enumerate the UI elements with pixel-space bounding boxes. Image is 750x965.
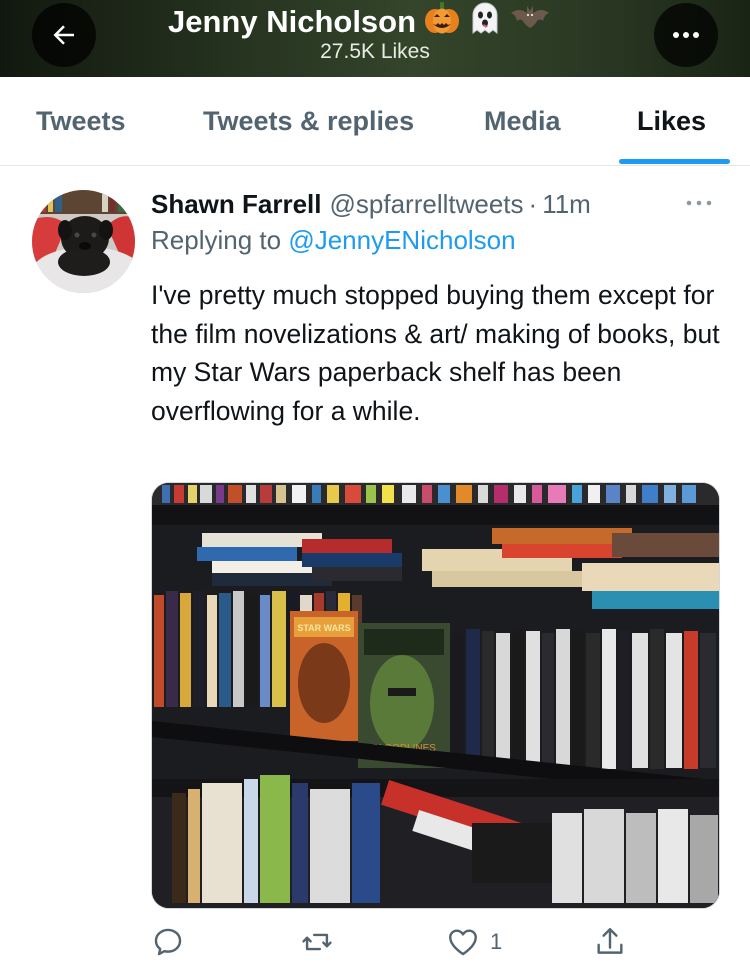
- active-tab-indicator: [619, 159, 730, 164]
- ghost-icon: [468, 1, 502, 43]
- replying-prefix: Replying to: [151, 225, 282, 255]
- profile-title: Jenny Nicholson: [168, 2, 608, 42]
- avatar[interactable]: [32, 190, 135, 293]
- more-horizontal-icon: [686, 200, 712, 206]
- likes-count: 27.5K Likes: [320, 40, 430, 63]
- svg-text:STAR WARS: STAR WARS: [297, 623, 350, 633]
- reply-icon: [154, 928, 182, 956]
- separator-dot: ·: [528, 188, 538, 219]
- retweet-icon: [302, 933, 332, 951]
- profile-tabs: Tweets Tweets & replies Media Likes: [0, 77, 750, 166]
- reply-button[interactable]: [151, 922, 195, 962]
- tweet-time[interactable]: 11m: [542, 189, 591, 220]
- tweet-more-button[interactable]: [683, 191, 715, 215]
- profile-name: Jenny Nicholson: [168, 4, 417, 39]
- author-name[interactable]: Shawn Farrell: [151, 189, 322, 220]
- like-button[interactable]: 1: [446, 922, 502, 962]
- retweet-button[interactable]: [300, 922, 344, 962]
- tab-tweets[interactable]: Tweets: [36, 77, 126, 165]
- pumpkin-icon: [424, 1, 460, 43]
- tweet-photo[interactable]: STAR WARS BLOODLINES: [151, 482, 720, 909]
- more-button[interactable]: [654, 3, 718, 67]
- author-handle[interactable]: @spfarrelltweets: [330, 189, 524, 220]
- heart-icon: [449, 929, 477, 956]
- replying-to-link[interactable]: @JennyENicholson: [288, 225, 515, 255]
- more-horizontal-icon: [673, 32, 699, 38]
- tweet-text: I've pretty much stopped buying them exc…: [151, 280, 720, 426]
- like-count: 1: [490, 929, 503, 954]
- tab-tweets-and-replies[interactable]: Tweets & replies: [203, 77, 414, 165]
- bat-icon: [510, 1, 550, 43]
- profile-header: Jenny Nicholson 27.5K Likes: [0, 0, 750, 77]
- tweet-actions: 1: [0, 922, 750, 962]
- replying-to-line: Replying to @JennyENicholson: [151, 225, 516, 256]
- tab-likes[interactable]: Likes: [637, 77, 706, 165]
- share-button[interactable]: [593, 922, 627, 962]
- tweet-header: Shawn Farrell @spfarrelltweets · 11m: [151, 186, 591, 222]
- share-icon: [597, 928, 623, 954]
- tab-media[interactable]: Media: [484, 77, 561, 165]
